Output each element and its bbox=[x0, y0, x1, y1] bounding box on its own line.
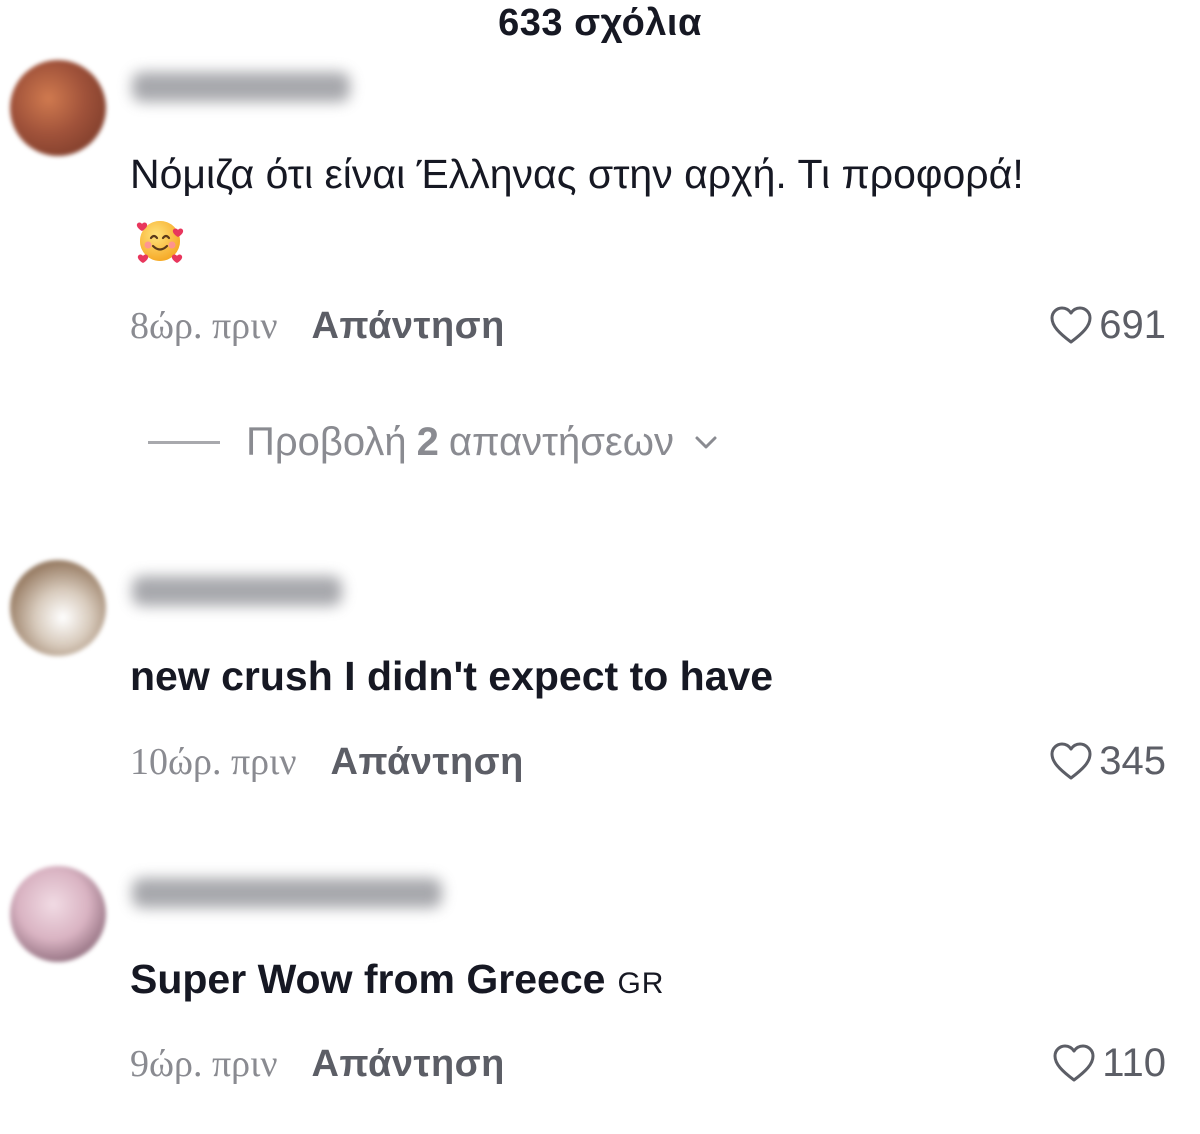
heart-icon bbox=[1050, 306, 1092, 344]
comment-text: Super Wow from Greece GR bbox=[130, 948, 1170, 1015]
comment-time: 9ώρ. πριν bbox=[130, 1043, 278, 1085]
view-replies-button[interactable]: Προβολή 2 απαντήσεων bbox=[148, 420, 718, 465]
reply-button[interactable]: Απάντηση bbox=[312, 1043, 505, 1085]
avatar[interactable] bbox=[10, 60, 106, 156]
username-blurred[interactable] bbox=[132, 72, 350, 102]
comment-meta: 10ώρ. πριν Απάντηση bbox=[130, 740, 524, 784]
avatar[interactable] bbox=[10, 866, 106, 962]
comment-time: 10ώρ. πριν bbox=[130, 741, 297, 783]
comment-time: 8ώρ. πριν bbox=[130, 305, 278, 347]
like-count: 345 bbox=[1099, 739, 1166, 783]
like-button[interactable]: 345 bbox=[1049, 739, 1166, 783]
heart-icon bbox=[1053, 1044, 1095, 1082]
view-replies-count: 2 bbox=[416, 420, 439, 464]
like-count: 691 bbox=[1099, 303, 1166, 347]
comment-text: new crush I didn't expect to have bbox=[130, 653, 774, 699]
comment-text-body: Super Wow from Greece bbox=[130, 956, 606, 1002]
username-blurred[interactable] bbox=[132, 878, 442, 908]
replies-divider-line bbox=[148, 441, 220, 444]
like-button[interactable]: 691 bbox=[1049, 303, 1166, 347]
reply-button[interactable]: Απάντηση bbox=[312, 305, 505, 347]
flag-gr-icon: GR bbox=[617, 967, 665, 1000]
comment-meta: 9ώρ. πριν Απάντηση bbox=[130, 1042, 505, 1086]
comment-text: Νόμιζα ότι είναι Έλληνας στην αρχή. Τι π… bbox=[130, 151, 1024, 197]
chevron-down-icon bbox=[694, 435, 718, 451]
like-button[interactable]: 110 bbox=[1052, 1041, 1166, 1085]
comment-meta: 8ώρ. πριν Απάντηση bbox=[130, 304, 505, 348]
view-replies-suffix: απαντήσεων bbox=[448, 420, 674, 464]
view-replies-prefix: Προβολή bbox=[246, 420, 407, 464]
comments-count-title: 633 σχόλια bbox=[498, 2, 702, 44]
like-count: 110 bbox=[1102, 1041, 1166, 1085]
username-blurred[interactable] bbox=[132, 576, 342, 606]
smiling-face-with-hearts-icon bbox=[134, 214, 186, 271]
reply-button[interactable]: Απάντηση bbox=[331, 741, 524, 783]
heart-icon bbox=[1050, 742, 1092, 780]
avatar[interactable] bbox=[10, 560, 106, 656]
